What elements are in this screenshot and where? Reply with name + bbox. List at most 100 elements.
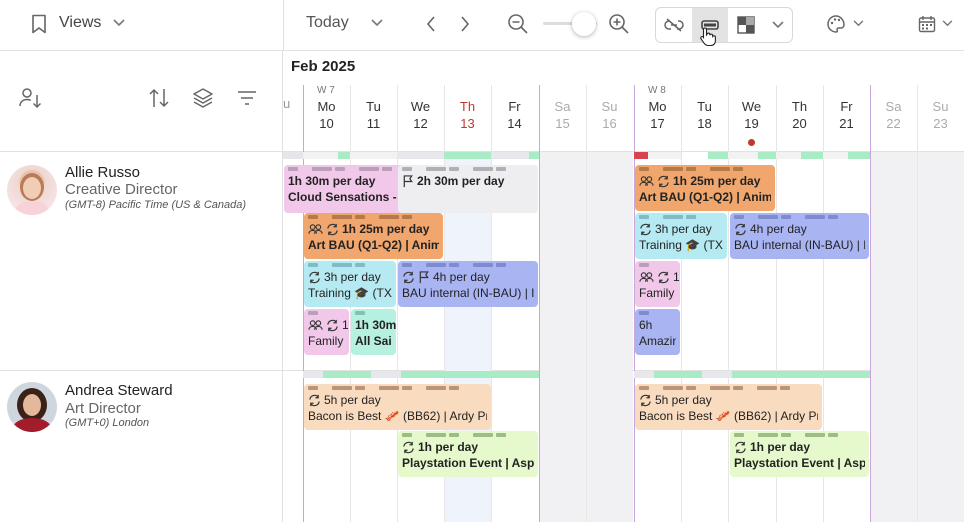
task-hours: 1 [342, 318, 349, 332]
hide-link-icon[interactable] [656, 8, 692, 42]
task-block[interactable]: 1h 25m per day Art BAU (Q1-Q2) | Anima [635, 165, 775, 211]
task-hours-row: 3h per day [308, 269, 392, 285]
task-block[interactable]: 1h per day Playstation Event | Aspen [730, 431, 869, 477]
person-name[interactable]: Andrea Steward [65, 382, 173, 399]
task-progress-marks [398, 433, 538, 437]
bookmark-icon[interactable] [28, 12, 50, 36]
palette-chevron-icon[interactable] [851, 14, 865, 32]
day-name[interactable]: Fr [823, 99, 870, 114]
zoom-in-icon[interactable] [607, 12, 631, 36]
task-block[interactable]: 5h per day Bacon is Best 🥓 (BB62) | Ardy … [304, 384, 491, 430]
task-block[interactable]: 5h per day Bacon is Best 🥓 (BB62) | Ardy … [635, 384, 822, 430]
person-name[interactable]: Allie Russo [65, 164, 140, 181]
repeat-icon [308, 271, 321, 284]
day-date[interactable]: 22 [870, 116, 917, 131]
day-name[interactable]: Sa [539, 99, 586, 114]
task-block[interactable]: 1 Family [635, 261, 680, 307]
person-role: Creative Director [65, 181, 178, 198]
calendar-chevron-icon[interactable] [940, 14, 954, 32]
availability-bar [529, 152, 539, 159]
task-hours-row: 1 [639, 269, 680, 285]
day-date[interactable]: 16 [586, 116, 633, 131]
day-date[interactable]: 17 [634, 116, 681, 131]
task-block[interactable]: 4h per day BAU internal (IN-BAU) | Ir [398, 261, 538, 307]
task-block[interactable]: 1h per day Playstation Event | Aspen [398, 431, 538, 477]
task-hours-row: 1h 25m per day [639, 173, 771, 189]
task-hours: 1h 30m [355, 318, 396, 332]
day-name[interactable]: Tu [350, 99, 397, 114]
task-hours: 2h 30m per day [417, 174, 505, 188]
chevron-down-icon[interactable] [110, 14, 128, 32]
day-date[interactable]: 15 [539, 116, 586, 131]
task-progress-marks [304, 311, 349, 315]
day-date[interactable]: 21 [823, 116, 870, 131]
today-dropdown-chevron-icon[interactable] [368, 14, 386, 32]
day-date[interactable]: 19 [728, 116, 775, 131]
day-date[interactable]: 14 [491, 116, 538, 131]
task-title: Training 🎓 (TX0( [639, 238, 723, 252]
day-name[interactable]: We [728, 99, 775, 114]
availability-bar [654, 371, 702, 378]
day-name[interactable]: Mo [303, 99, 350, 114]
task-progress-marks [635, 167, 775, 171]
task-hours: 1h per day [750, 440, 811, 454]
task-block[interactable]: 3h per day Training 🎓 (TX0( [635, 213, 727, 259]
task-hours-row: 5h per day [308, 392, 487, 408]
heatmap-icon[interactable] [728, 8, 764, 42]
avatar[interactable] [7, 165, 57, 215]
previous-arrow-icon[interactable] [421, 12, 441, 36]
today-button[interactable]: Today [306, 14, 349, 32]
repeat-icon [639, 394, 652, 407]
availability-bar [732, 371, 870, 378]
task-hours-row: 1h per day [402, 439, 534, 455]
day-name[interactable]: Tu [681, 99, 728, 114]
day-name[interactable]: We [397, 99, 444, 114]
availability-bar [303, 152, 338, 159]
availability-bar [444, 152, 491, 159]
display-mode-chevron-icon[interactable] [764, 8, 792, 42]
day-date[interactable]: 20 [776, 116, 823, 131]
next-arrow-icon[interactable] [455, 12, 475, 36]
task-block[interactable]: 2h 30m per day [398, 165, 538, 213]
day-date[interactable]: 11 [350, 116, 397, 131]
task-hours-row: 6h [639, 317, 676, 333]
views-button[interactable]: Views [59, 14, 101, 32]
day-date[interactable]: 18 [681, 116, 728, 131]
day-date[interactable]: 23 [917, 116, 964, 131]
task-hours: 4h per day [750, 222, 807, 236]
task-block[interactable]: 1h 25m per day Art BAU (Q1-Q2) | Anim [304, 213, 443, 259]
day-name[interactable]: Su [586, 99, 633, 114]
task-block[interactable]: 1h 30m All Sain [351, 309, 396, 355]
day-name[interactable]: Th [776, 99, 823, 114]
sort-arrows-icon[interactable] [147, 85, 171, 111]
sort-people-icon[interactable] [18, 86, 44, 110]
task-block[interactable]: 4h per day BAU internal (IN-BAU) | In [730, 213, 869, 259]
task-block[interactable]: 1 Family [304, 309, 349, 355]
palette-icon[interactable] [825, 12, 847, 36]
task-progress-marks [351, 311, 396, 315]
layers-icon[interactable] [191, 85, 215, 111]
filter-icon[interactable] [235, 85, 259, 111]
repeat-icon [734, 441, 747, 454]
day-date[interactable]: 10 [303, 116, 350, 131]
zoom-out-icon[interactable] [506, 12, 530, 36]
task-block[interactable]: 3h per day Training 🎓 (TX0( [304, 261, 396, 307]
partial-day-label: u [283, 96, 291, 111]
day-name[interactable]: Fr [491, 99, 538, 114]
weekend-column [539, 152, 586, 522]
availability-bar [283, 152, 303, 159]
calendar-icon[interactable] [916, 12, 938, 36]
task-block[interactable]: 6h Amazin [635, 309, 680, 355]
day-date[interactable]: 13 [444, 116, 491, 131]
task-progress-marks [635, 386, 822, 390]
zoom-slider-handle[interactable] [572, 12, 596, 36]
group-icon [308, 319, 323, 331]
day-name[interactable]: Mo [634, 99, 681, 114]
task-hours-row: 1h 30m [355, 317, 396, 333]
day-name[interactable]: Th [444, 99, 491, 114]
day-name[interactable]: Sa [870, 99, 917, 114]
task-hours: 1h 30m per day [288, 174, 376, 188]
avatar[interactable] [7, 382, 57, 432]
day-date[interactable]: 12 [397, 116, 444, 131]
day-name[interactable]: Su [917, 99, 964, 114]
